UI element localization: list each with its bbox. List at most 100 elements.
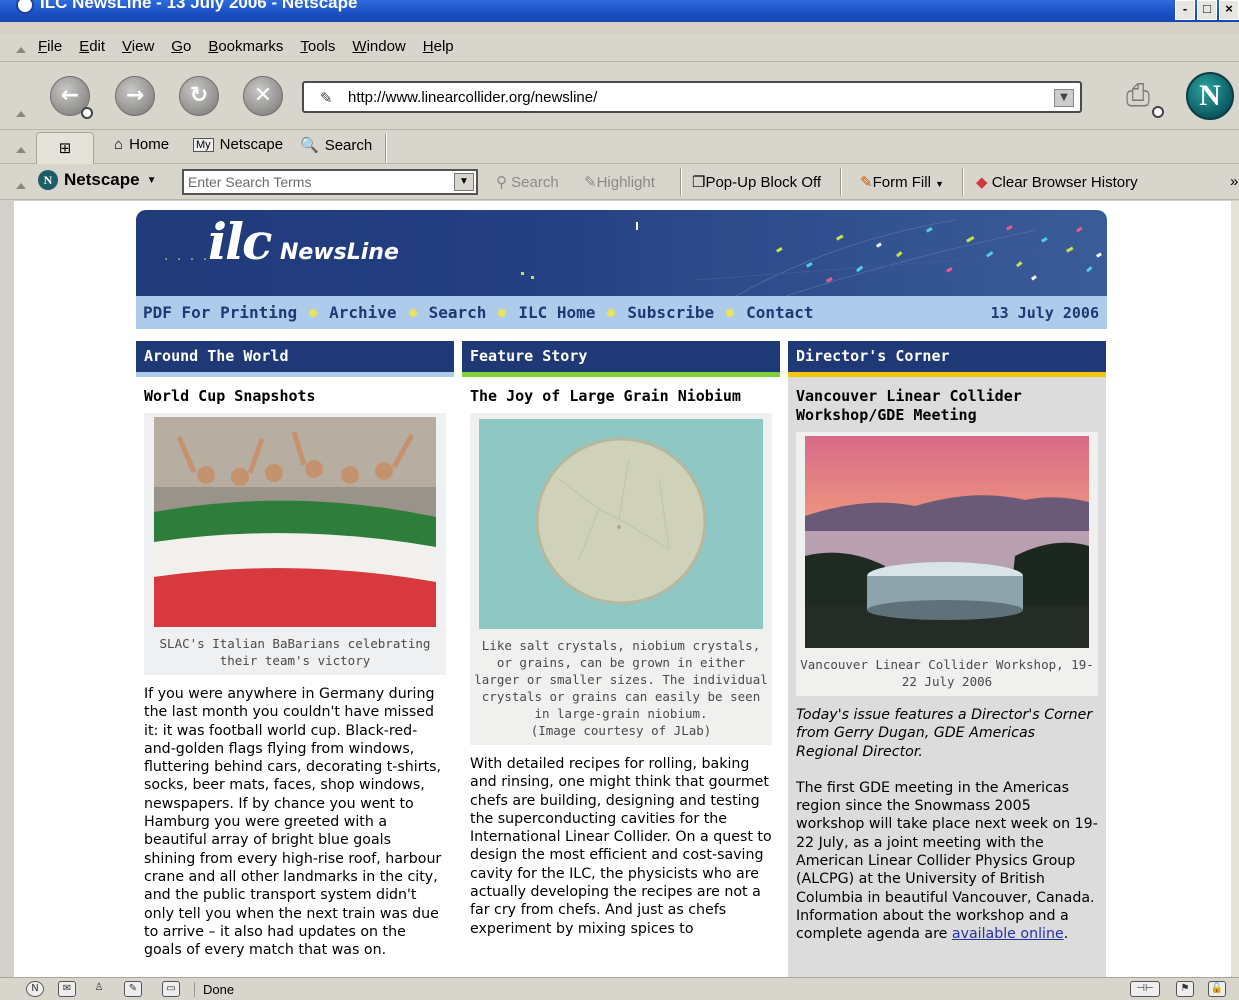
toolbar-grip[interactable]: [16, 42, 26, 56]
menu-tools[interactable]: Tools: [300, 38, 335, 55]
niobium-disc-photo[interactable]: [479, 419, 763, 629]
nav-contact-link[interactable]: Contact: [746, 303, 813, 322]
clear-history-button[interactable]: ◆ Clear Browser History: [976, 173, 1138, 191]
status-text: Done: [194, 982, 234, 997]
image-credit: (Image courtesy of JLab): [530, 723, 712, 738]
nav-subscribe-link[interactable]: Subscribe: [627, 303, 714, 322]
search-placeholder: Enter Search Terms: [188, 174, 312, 190]
nav-pdf-link[interactable]: PDF For Printing: [143, 303, 297, 322]
menu-edit[interactable]: Edit: [79, 38, 105, 55]
article-end-punctuation: .: [1063, 926, 1069, 943]
maximize-button[interactable]: □: [1197, 0, 1217, 20]
magnifier-icon: ⚲: [496, 174, 507, 191]
toolbar-grip[interactable]: [16, 106, 26, 120]
forward-button[interactable]: →: [115, 76, 155, 116]
navigation-toolbar: ← → ↻ ✕ ✎ http://www.linearcollider.org/…: [0, 62, 1239, 130]
netscape-search-toolbar: N Netscape ▼ Enter Search Terms ▼ ⚲ Sear…: [0, 164, 1239, 200]
netscape-brand-label: Netscape: [64, 170, 140, 189]
address-bar[interactable]: ✎ http://www.linearcollider.org/newsline…: [302, 81, 1082, 113]
column-directors-corner: Director's Corner Vancouver Linear Colli…: [788, 341, 1106, 977]
column-feature-story: Feature Story The Joy of Large Grain Nio…: [462, 341, 780, 977]
popup-block-button[interactable]: ❐Pop-Up Block Off: [692, 173, 821, 191]
form-fill-button[interactable]: ✎Form Fill ▼: [860, 173, 944, 191]
highlight-label: Highlight: [596, 174, 655, 191]
issue-date: 13 July 2006: [990, 304, 1099, 322]
title-bar: ILC NewsLine - 13 July 2006 - Netscape -…: [0, 0, 1239, 22]
article-title[interactable]: The Joy of Large Grain Niobium: [470, 387, 772, 406]
article-title[interactable]: Vancouver Linear Collider Workshop/GDE M…: [796, 387, 1098, 425]
nav-separator-dot: [726, 308, 735, 317]
search-button[interactable]: ⚲ Search: [496, 173, 559, 191]
back-button[interactable]: ←: [50, 76, 93, 119]
article-figure: Like salt crystals, niobium crystals, or…: [470, 413, 772, 745]
new-tab-button[interactable]: ⊞: [36, 132, 94, 164]
stop-button[interactable]: ✕: [243, 76, 283, 116]
magnifier-icon: 🔍: [300, 137, 319, 154]
toolbar-overflow-chevron-icon[interactable]: »: [1230, 173, 1238, 190]
netscape-throbber-logo[interactable]: N: [1186, 72, 1234, 120]
search-dropdown[interactable]: ▼: [454, 173, 474, 191]
search-label: Search: [324, 136, 373, 154]
reload-button[interactable]: ↻: [179, 76, 219, 116]
article-body: With detailed recipes for rolling, bakin…: [470, 756, 772, 937]
toolbar-separator: [680, 168, 682, 196]
home-icon: ⌂: [114, 136, 124, 153]
address-book-icon[interactable]: ▭: [162, 981, 180, 997]
netscape-component-icon[interactable]: N: [26, 981, 44, 997]
print-button[interactable]: ⎙: [1112, 76, 1164, 118]
nav-ilc-home-link[interactable]: ILC Home: [518, 303, 595, 322]
nav-archive-link[interactable]: Archive: [329, 303, 396, 322]
pencil-icon: ✎: [860, 174, 873, 191]
popup-manager-icon[interactable]: ⚑: [1176, 981, 1194, 997]
tab-icon: ⊞: [58, 139, 72, 157]
close-window-button[interactable]: ×: [1219, 0, 1239, 20]
newsletter-banner: · · · · ilc NewsLine: [136, 210, 1107, 296]
back-history-dropdown[interactable]: [81, 107, 93, 119]
composer-icon[interactable]: ✎: [124, 981, 142, 997]
nav-search-link[interactable]: Search: [429, 303, 487, 322]
print-dropdown[interactable]: [1152, 106, 1164, 118]
available-online-link[interactable]: available online: [952, 926, 1064, 942]
eraser-icon: ◆: [976, 174, 988, 191]
personal-search-button[interactable]: 🔍 Search: [300, 136, 373, 155]
address-dropdown[interactable]: ▼: [1054, 89, 1074, 107]
home-label: Home: [129, 136, 170, 153]
article-body: The first GDE meeting in the Americas re…: [796, 779, 1098, 943]
stop-icon: ✕: [253, 83, 273, 108]
netscape-logo-icon: N: [38, 170, 58, 190]
article-body-wrapper: The first GDE meeting in the Americas re…: [796, 779, 1098, 944]
address-input[interactable]: http://www.linearcollider.org/newsline/: [348, 89, 597, 106]
vancouver-sunset-photo[interactable]: [805, 436, 1089, 648]
article-body: If you were anywhere in Germany during t…: [144, 686, 442, 959]
toolbar-grip[interactable]: [16, 142, 26, 156]
online-status-icon[interactable]: ⊣⊢: [1130, 981, 1160, 997]
highlight-button[interactable]: ✎Highlight: [584, 173, 655, 191]
security-lock-icon[interactable]: 🔓: [1208, 981, 1226, 997]
home-button[interactable]: ⌂ Home: [114, 136, 169, 153]
column-header: Director's Corner: [788, 341, 1106, 372]
article-figure: Vancouver Linear Collider Workshop, 19-2…: [796, 432, 1098, 696]
figure-caption: SLAC's Italian BaBarians celebrating the…: [159, 636, 431, 668]
toolbar-grip[interactable]: [16, 178, 26, 192]
netscape-menu-button[interactable]: N Netscape ▼: [38, 170, 157, 190]
menu-bookmarks[interactable]: Bookmarks: [208, 38, 283, 55]
menu-go[interactable]: Go: [171, 38, 191, 55]
article-intro: Today's issue features a Director's Corn…: [796, 707, 1093, 760]
aim-buddy-icon[interactable]: ♙: [90, 981, 108, 997]
mail-icon[interactable]: ✉: [58, 981, 76, 997]
italian-flag-photo[interactable]: [154, 417, 436, 627]
menu-window[interactable]: Window: [352, 38, 405, 55]
form-fill-label: Form Fill: [872, 174, 931, 191]
search-terms-input[interactable]: Enter Search Terms ▼: [182, 169, 478, 195]
nav-separator-dot: [309, 308, 318, 317]
my-netscape-button[interactable]: My Netscape: [193, 136, 283, 153]
vertical-scrollbar[interactable]: [1231, 201, 1239, 977]
article-figure: SLAC's Italian BaBarians celebrating the…: [144, 413, 446, 675]
article-title[interactable]: World Cup Snapshots: [144, 387, 446, 406]
page-viewport[interactable]: · · · · ilc NewsLine PDF For Printing Ar…: [14, 201, 1231, 977]
minimize-button[interactable]: -: [1175, 0, 1195, 20]
menu-file[interactable]: File: [38, 38, 62, 55]
figure-caption: Like salt crystals, niobium crystals, or…: [474, 638, 768, 721]
menu-help[interactable]: Help: [423, 38, 454, 55]
menu-view[interactable]: View: [122, 38, 154, 55]
